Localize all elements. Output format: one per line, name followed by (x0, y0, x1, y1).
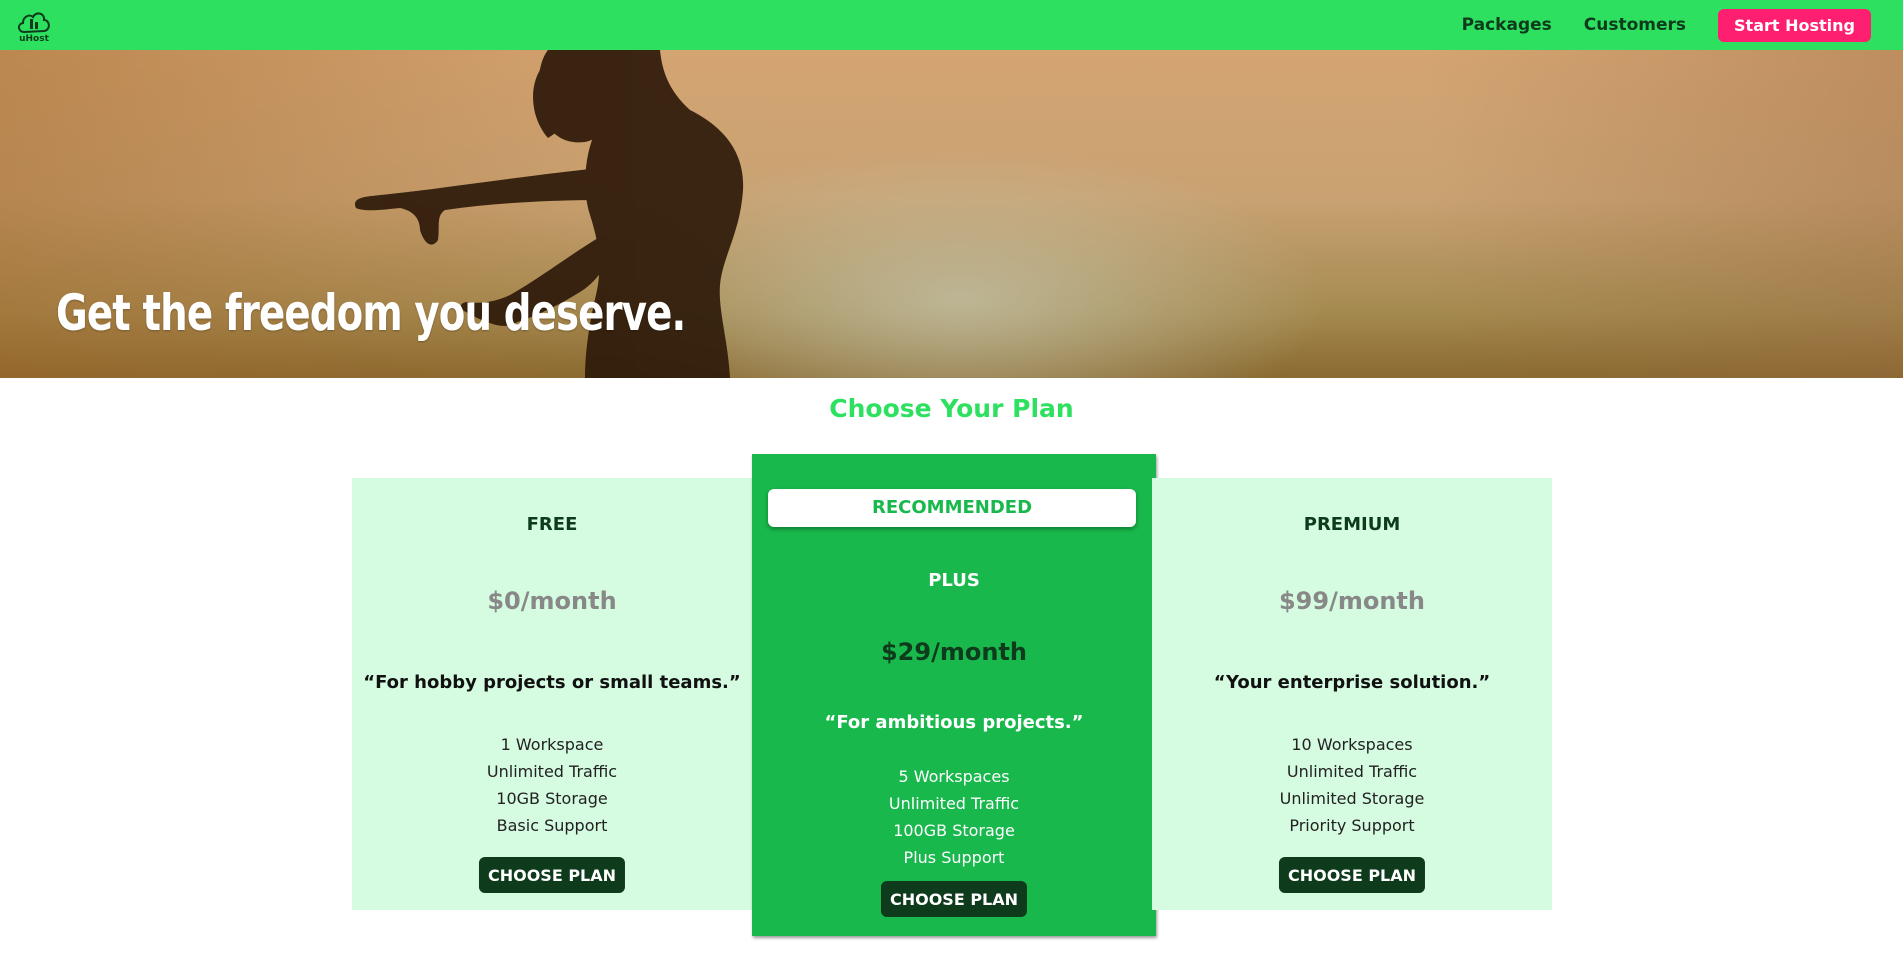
feature-item: 10 Workspaces (1291, 735, 1413, 754)
feature-item: Basic Support (496, 816, 608, 835)
feature-item: Unlimited Traffic (486, 762, 618, 781)
plan-feature-list: 10 Workspaces Unlimited Traffic Unlimite… (1152, 731, 1552, 839)
main-nav: Packages Customers Start Hosting (1462, 8, 1871, 42)
site-logo[interactable]: uHost (14, 5, 54, 45)
cloud-logo-icon: uHost (18, 12, 50, 44)
plan-name: PREMIUM (1303, 514, 1401, 535)
plan-name: FREE (526, 514, 578, 535)
start-hosting-button[interactable]: Start Hosting (1718, 8, 1871, 42)
plan-card-free: FREE $0/month “For hobby projects or sma… (352, 478, 752, 910)
feature-item: 5 Workspaces (898, 767, 1010, 786)
plan-tagline: “For ambitious projects.” (824, 712, 1084, 733)
logo-text: uHost (19, 34, 49, 44)
hero-title: Get the freedom you deserve. (56, 284, 686, 342)
plan-card-premium: PREMIUM $99/month “Your enterprise solut… (1152, 478, 1552, 910)
plan-price: $0/month (487, 587, 617, 615)
section-title: Choose Your Plan (829, 394, 1074, 423)
choose-plan-plus-button[interactable]: CHOOSE PLAN (880, 881, 1028, 917)
feature-item: Priority Support (1289, 816, 1415, 835)
plan-feature-list: 5 Workspaces Unlimited Traffic 100GB Sto… (752, 763, 1156, 871)
plan-tagline: “For hobby projects or small teams.” (363, 672, 741, 693)
feature-item: Plus Support (903, 848, 1005, 867)
feature-item: 10GB Storage (496, 789, 608, 808)
choose-plan-free-button[interactable]: CHOOSE PLAN (478, 857, 626, 893)
feature-item: Unlimited Storage (1279, 789, 1425, 808)
hero-banner: Get the freedom you deserve. (0, 50, 1903, 378)
feature-item: 1 Workspace (500, 735, 604, 754)
feature-item: 100GB Storage (893, 821, 1015, 840)
feature-item: Unlimited Traffic (888, 794, 1020, 813)
plan-tagline: “Your enterprise solution.” (1213, 672, 1491, 693)
plan-name: PLUS (928, 570, 980, 591)
nav-link-packages[interactable]: Packages (1462, 15, 1552, 35)
plan-feature-list: 1 Workspace Unlimited Traffic 10GB Stora… (352, 731, 752, 839)
nav-link-customers[interactable]: Customers (1584, 15, 1686, 35)
top-navigation-bar: uHost Packages Customers Start Hosting (0, 0, 1903, 50)
plan-price: $29/month (880, 638, 1027, 666)
plan-price: $99/month (1278, 587, 1425, 615)
feature-item: Unlimited Traffic (1286, 762, 1418, 781)
recommended-badge: RECOMMENDED (768, 489, 1136, 527)
choose-plan-premium-button[interactable]: CHOOSE PLAN (1278, 857, 1426, 893)
plan-card-plus: RECOMMENDED PLUS $29/month “For ambitiou… (752, 454, 1156, 936)
